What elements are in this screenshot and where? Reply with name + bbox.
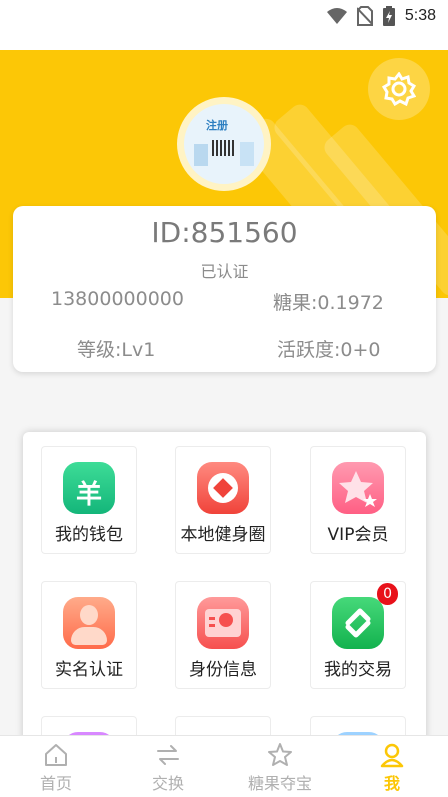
bottom-tab-bar: 首页 交换 糖果夺宝 我 <box>0 735 448 797</box>
status-bar: 5:38 <box>0 0 448 34</box>
real-name-icon <box>63 597 115 649</box>
fitness-circle-icon <box>197 462 249 514</box>
home-icon <box>45 744 67 766</box>
exchange-icon <box>157 745 179 765</box>
settings-button[interactable] <box>368 58 430 120</box>
menu-item-label: 实名认证 <box>55 660 123 680</box>
profile-card: ID:851560 已认证 13800000000 糖果:0.1972 等级:L… <box>13 206 436 372</box>
activity-score: 活跃度:0+0 <box>277 339 381 361</box>
star-icon <box>268 743 292 766</box>
tab-label: 交换 <box>151 774 184 793</box>
tab-me[interactable]: 我 <box>336 736 448 797</box>
id-card-icon <box>197 597 249 649</box>
status-icons: 5:38 <box>326 6 436 26</box>
user-id: ID:851560 <box>151 216 298 249</box>
trade-icon: 0 <box>332 583 398 649</box>
menu-item-label: 我的钱包 <box>55 525 123 545</box>
wifi-icon <box>326 8 347 24</box>
verified-status: 已认证 <box>200 262 249 281</box>
menu-item-vip[interactable]: VIP会员 <box>310 446 406 554</box>
status-time: 5:38 <box>404 7 436 24</box>
gear-icon <box>382 72 416 106</box>
avatar-building <box>240 142 254 166</box>
avatar-frame[interactable]: 注册 <box>177 97 271 191</box>
user-icon <box>380 743 404 768</box>
battery-icon <box>382 6 395 26</box>
menu-item-label: 本地健身圈 <box>180 525 266 545</box>
avatar-qr-graphic <box>212 140 236 156</box>
no-sim-icon <box>356 6 373 26</box>
vip-star-icon <box>332 462 384 514</box>
phone-number: 13800000000 <box>51 288 184 310</box>
menu-item-trade[interactable]: 0 我的交易 <box>310 581 406 689</box>
menu-item-label: VIP会员 <box>327 525 389 545</box>
candy-balance: 糖果:0.1972 <box>273 292 384 314</box>
tab-label: 糖果夺宝 <box>247 774 312 793</box>
avatar[interactable]: 注册 <box>184 104 264 184</box>
tab-exchange[interactable]: 交换 <box>112 736 224 797</box>
tab-label: 首页 <box>39 774 72 793</box>
tab-home[interactable]: 首页 <box>0 736 112 797</box>
tab-candy-treasure[interactable]: 糖果夺宝 <box>224 736 336 797</box>
avatar-caption: 注册 <box>206 119 228 132</box>
tab-label: 我 <box>383 774 400 793</box>
menu-item-identity[interactable]: 身份信息 <box>175 581 271 689</box>
trade-badge: 0 <box>377 583 398 605</box>
top-spacer <box>0 34 448 50</box>
avatar-building <box>194 144 208 166</box>
menu-item-fitness-circle[interactable]: 本地健身圈 <box>175 446 271 554</box>
user-level: 等级:Lv1 <box>77 339 156 361</box>
menu-item-label: 我的交易 <box>324 660 392 680</box>
menu-item-label: 身份信息 <box>189 660 257 680</box>
menu-item-wallet[interactable]: 羊 我的钱包 <box>41 446 137 554</box>
menu-item-real-name[interactable]: 实名认证 <box>41 581 137 689</box>
wallet-icon: 羊 <box>63 462 115 514</box>
